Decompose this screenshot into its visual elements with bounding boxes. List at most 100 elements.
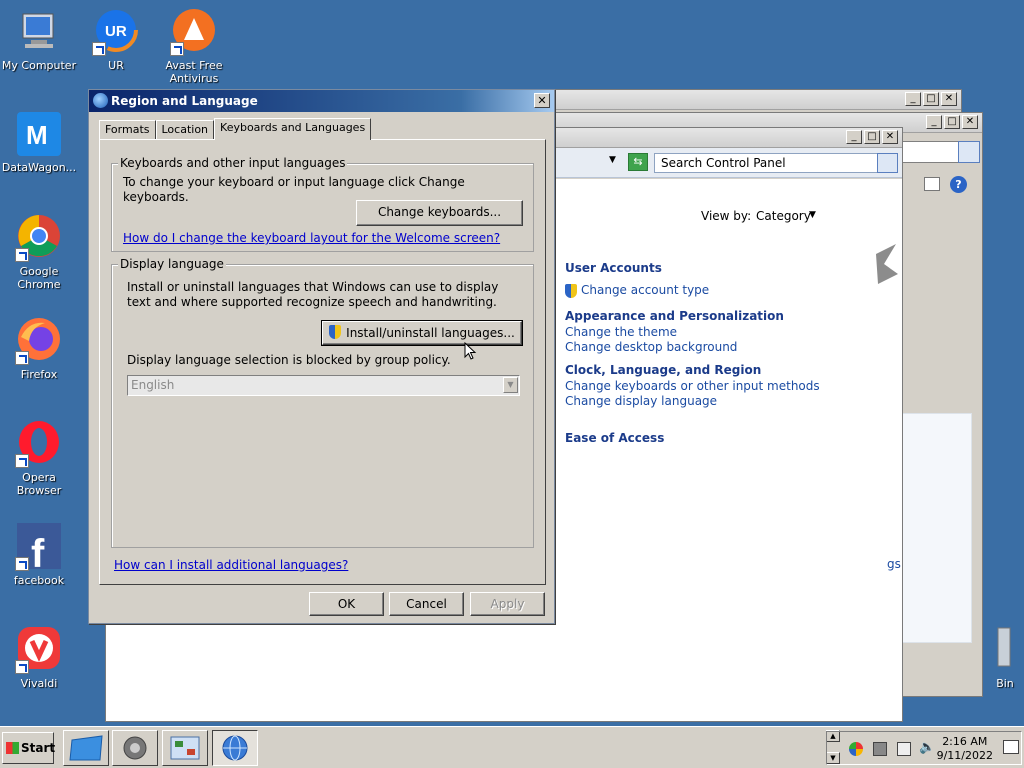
taskbar-app-region-language[interactable] [212, 730, 258, 766]
start-button[interactable]: Start [2, 732, 56, 764]
start-label: Start [21, 741, 56, 755]
keyboards-group-label: Keyboards and other input languages [118, 156, 348, 170]
shortcut-arrow-icon [15, 248, 29, 262]
action-center-flag-icon[interactable] [897, 742, 911, 756]
decorative-graphic-icon [876, 244, 898, 284]
taskbar-app-3[interactable] [162, 730, 208, 766]
search-input[interactable]: Search Control Panel [654, 153, 878, 173]
globe-icon [222, 735, 248, 761]
chevron-down-icon[interactable]: ▼ [609, 155, 616, 165]
taskbar-app-1[interactable] [63, 730, 109, 766]
help-icon[interactable]: ? [950, 176, 967, 193]
desktop-icon-label: Avast Free Antivirus [165, 59, 223, 85]
install-uninstall-languages-label: Install/uninstall languages... [346, 326, 515, 340]
uac-shield-icon [329, 325, 342, 339]
clock-time: 2:16 AM [942, 735, 988, 748]
search-icon[interactable] [877, 153, 898, 173]
tab-formats[interactable]: Formats [99, 120, 156, 140]
uac-shield-icon [565, 284, 577, 298]
avast-icon [170, 8, 218, 56]
side-panel [902, 413, 972, 643]
change-desktop-background-link[interactable]: Change desktop background [565, 340, 737, 354]
view-by-dropdown[interactable]: Category [756, 209, 811, 224]
chrome-icon [15, 214, 63, 262]
chevron-down-icon[interactable]: ▼ [809, 208, 816, 223]
minimize-icon[interactable]: _ [926, 115, 942, 129]
mouse-cursor-icon [464, 342, 477, 360]
search-field[interactable] [901, 141, 963, 163]
clock[interactable]: 2:16 AM 9/11/2022 [937, 735, 993, 763]
minimize-icon[interactable]: _ [846, 130, 862, 144]
change-keyboards-link[interactable]: Change keyboards or other input methods [565, 379, 820, 393]
ur-browser-icon: UR [92, 8, 140, 56]
search-icon[interactable] [958, 141, 980, 163]
minimize-icon[interactable]: _ [905, 92, 921, 106]
cancel-button[interactable]: Cancel [389, 592, 464, 616]
close-icon[interactable]: ✕ [941, 92, 957, 106]
maximize-icon[interactable]: □ [864, 130, 880, 144]
dialog-titlebar[interactable]: Region and Language ✕ [89, 90, 554, 112]
background-window-1[interactable]: _ □ ✕ [555, 89, 962, 113]
display-language-description: Install or uninstall languages that Wind… [127, 280, 499, 309]
region-and-language-dialog[interactable]: Region and Language ✕ Formats Location K… [88, 89, 555, 624]
computer-icon [15, 8, 63, 56]
install-additional-languages-link[interactable]: How can I install additional languages? [114, 558, 348, 572]
desktop-icon-datawagon[interactable]: M DataWagon... [0, 110, 78, 174]
show-desktop-icon[interactable] [1003, 740, 1019, 754]
desktop-icon-my-computer[interactable]: My Computer [0, 8, 78, 72]
desktop-icon-ur[interactable]: UR UR [77, 8, 155, 72]
volume-icon[interactable]: 🔈 [919, 740, 935, 755]
desktop-icon-label: UR [108, 59, 124, 72]
network-tray-icon[interactable] [873, 742, 887, 756]
change-theme-link[interactable]: Change the theme [565, 325, 677, 339]
ease-of-access-heading[interactable]: Ease of Access [565, 431, 664, 445]
clock-language-region-heading[interactable]: Clock, Language, and Region [565, 363, 761, 377]
tab-strip: Formats Location Keyboards and Languages [99, 118, 372, 140]
change-display-language-link[interactable]: Change display language [565, 394, 717, 408]
desktop-icon-facebook[interactable]: f facebook [0, 523, 78, 587]
user-accounts-heading[interactable]: User Accounts [565, 261, 662, 275]
display-language-select: English ▼ [127, 375, 520, 396]
change-account-type-link[interactable]: Change account type [581, 283, 709, 297]
view-by-label: View by: [701, 209, 752, 223]
display-language-group: Display language Install or uninstall la… [111, 257, 534, 548]
settings-gear-icon [123, 736, 147, 760]
partial-link-text[interactable]: gs [887, 557, 901, 571]
welcome-screen-keyboard-help-link[interactable]: How do I change the keyboard layout for … [123, 231, 500, 245]
tab-location[interactable]: Location [155, 120, 215, 140]
change-keyboards-button[interactable]: Change keyboards... [356, 200, 523, 226]
desktop-icon-label: Firefox [20, 368, 58, 381]
shortcut-arrow-icon [15, 660, 29, 674]
install-uninstall-languages-button[interactable]: Install/uninstall languages... [321, 320, 523, 346]
taskbar-app-2[interactable] [112, 730, 158, 766]
facebook-icon: f [15, 523, 63, 576]
window-titlebar[interactable]: _ □ ✕ [556, 90, 961, 110]
refresh-icon[interactable]: ⇆ [628, 153, 648, 171]
system-tray: 🔈 2:16 AM 9/11/2022 [826, 731, 1022, 765]
close-icon[interactable]: ✕ [534, 93, 550, 108]
windows-logo-icon [6, 742, 19, 754]
firefox-icon [15, 317, 63, 365]
svg-text:f: f [31, 532, 45, 571]
chevron-down-icon: ▼ [503, 377, 518, 393]
ok-button[interactable]: OK [309, 592, 384, 616]
pane-icon[interactable] [924, 177, 940, 191]
desktop-icon-firefox[interactable]: Firefox [0, 317, 78, 381]
opera-icon [15, 420, 63, 468]
display-language-selected-value: English [131, 378, 175, 392]
desktop-icon-opera[interactable]: Opera Browser [0, 420, 78, 497]
desktop-icon-chrome[interactable]: Google Chrome [0, 214, 78, 291]
appearance-heading[interactable]: Appearance and Personalization [565, 309, 784, 323]
maximize-icon[interactable]: □ [944, 115, 960, 129]
control-panel-icon [170, 736, 200, 760]
security-tray-icon[interactable] [849, 742, 863, 756]
close-icon[interactable]: ✕ [882, 130, 898, 144]
shortcut-arrow-icon [170, 42, 184, 56]
shortcut-arrow-icon [15, 454, 29, 468]
close-icon[interactable]: ✕ [962, 115, 978, 129]
maximize-icon[interactable]: □ [923, 92, 939, 106]
shortcut-arrow-icon [15, 557, 29, 571]
svg-text:UR: UR [105, 23, 127, 40]
tab-keyboards-and-languages[interactable]: Keyboards and Languages [214, 118, 372, 140]
desktop-icon-avast[interactable]: Avast Free Antivirus [155, 8, 233, 85]
